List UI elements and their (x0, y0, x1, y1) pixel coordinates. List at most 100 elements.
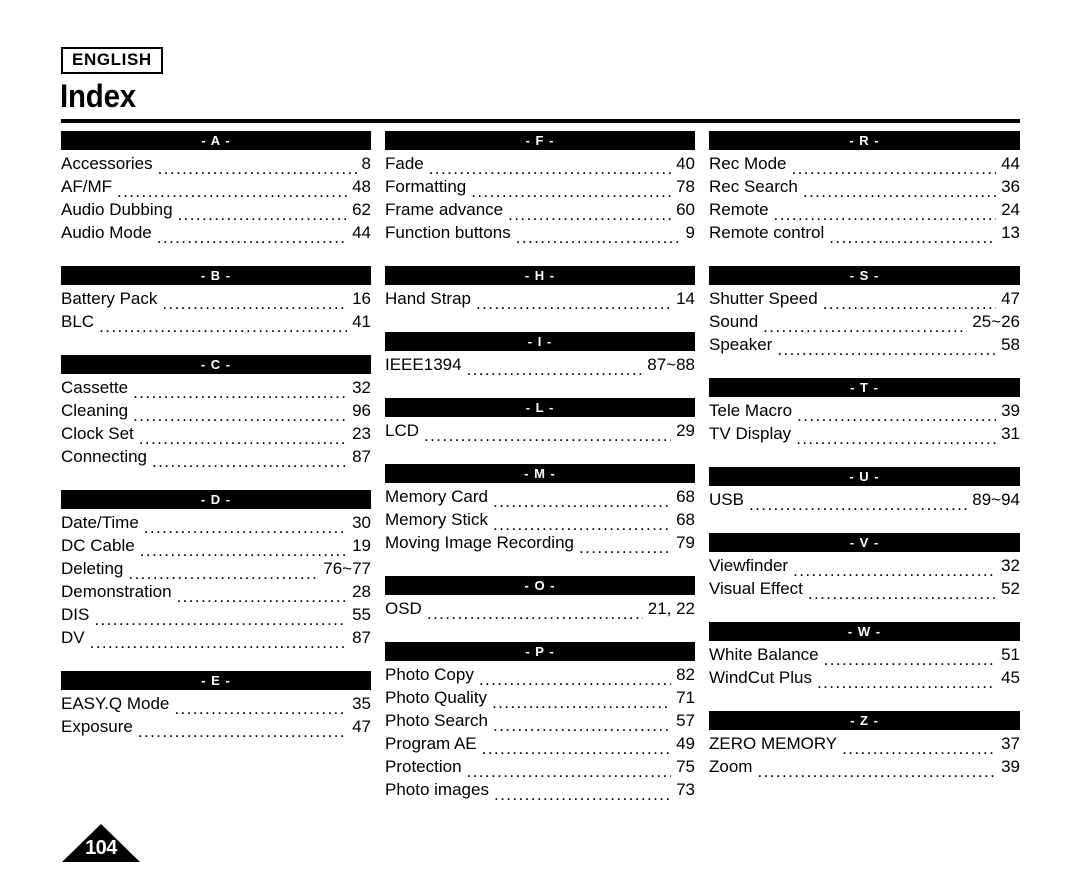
index-entry[interactable]: Exposure 47 (61, 715, 371, 738)
index-entry-page: 37 (1001, 734, 1020, 753)
dot-leader (178, 204, 348, 221)
dot-leader (749, 494, 967, 511)
index-entry-page: 87~88 (647, 355, 695, 374)
dot-leader (174, 698, 347, 715)
index-entry[interactable]: Remote control 13 (709, 221, 1020, 244)
index-entry[interactable]: DV 87 (61, 626, 371, 649)
index-entry[interactable]: LCD 29 (385, 419, 695, 442)
index-entry-label: ZERO MEMORY (709, 734, 838, 753)
index-section: - S - Shutter Speed 47 Sound 25~26 Speaker 58 (709, 266, 1020, 356)
dot-leader (128, 563, 318, 580)
index-entry-page: 47 (1001, 289, 1020, 308)
index-entry[interactable]: Connecting 87 (61, 445, 371, 468)
index-entry[interactable]: AF/MF 48 (61, 175, 371, 198)
index-entry[interactable]: Tele Macro 39 (709, 399, 1020, 422)
index-entry[interactable]: BLC 41 (61, 310, 371, 333)
index-entry[interactable]: Photo images 73 (385, 778, 695, 801)
index-entry-label: Function buttons (385, 223, 511, 242)
index-entry[interactable]: Rec Search 36 (709, 175, 1020, 198)
dot-leader (94, 609, 347, 626)
index-entry-label: DC Cable (61, 536, 135, 555)
index-entry[interactable]: Moving Image Recording 79 (385, 531, 695, 554)
index-entry[interactable]: Photo Quality 71 (385, 686, 695, 709)
dot-leader (763, 316, 967, 333)
dot-leader (493, 514, 671, 531)
index-entry-page: 21, 22 (647, 599, 695, 618)
index-entry[interactable]: White Balance 51 (709, 643, 1020, 666)
index-entry[interactable]: Fade 40 (385, 152, 695, 175)
index-entry[interactable]: Function buttons 9 (385, 221, 695, 244)
index-entry[interactable]: Audio Dubbing 62 (61, 198, 371, 221)
index-entry[interactable]: Deleting 76~77 (61, 557, 371, 580)
index-entry[interactable]: EASY.Q Mode 35 (61, 692, 371, 715)
index-entry-page: 51 (1001, 645, 1020, 664)
index-entry[interactable]: ZERO MEMORY 37 (709, 732, 1020, 755)
index-entry-label: TV Display (709, 424, 792, 443)
section-letter-bar: - S - (709, 266, 1020, 285)
section-letter-bar: - O - (385, 576, 695, 595)
page-title: Index (60, 78, 136, 114)
index-section: - U - USB 89~94 (709, 467, 1020, 511)
index-entry[interactable]: USB 89~94 (709, 488, 1020, 511)
index-entry[interactable]: Shutter Speed 47 (709, 287, 1020, 310)
index-entry[interactable]: Remote 24 (709, 198, 1020, 221)
index-entry[interactable]: Accessories 8 (61, 152, 371, 175)
index-entry[interactable]: Zoom 39 (709, 755, 1020, 778)
index-entry[interactable]: DC Cable 19 (61, 534, 371, 557)
index-entry[interactable]: Clock Set 23 (61, 422, 371, 445)
index-entry[interactable]: Program AE 49 (385, 732, 695, 755)
index-entry[interactable]: Audio Mode 44 (61, 221, 371, 244)
dot-leader (508, 204, 671, 221)
index-entry-page: 25~26 (972, 312, 1020, 331)
index-entry[interactable]: Frame advance 60 (385, 198, 695, 221)
index-entry-page: 44 (352, 223, 371, 242)
section-letter-bar: - F - (385, 131, 695, 150)
index-entry-label: Remote (709, 200, 769, 219)
dot-leader (471, 181, 671, 198)
index-entry-label: Hand Strap (385, 289, 471, 308)
index-section: - F - Fade 40 Formatting 78 Frame advance 60 Fu… (385, 131, 695, 244)
index-entry[interactable]: Date/Time 30 (61, 511, 371, 534)
index-entry[interactable]: Sound 25~26 (709, 310, 1020, 333)
index-entry-label: DIS (61, 605, 90, 624)
dot-leader (158, 158, 357, 175)
index-entry-page: 14 (676, 289, 695, 308)
index-entry[interactable]: Protection 75 (385, 755, 695, 778)
index-entry[interactable]: OSD 21, 22 (385, 597, 695, 620)
index-entry[interactable]: Memory Stick 68 (385, 508, 695, 531)
index-entry-label: Photo Copy (385, 665, 474, 684)
index-entry[interactable]: TV Display 31 (709, 422, 1020, 445)
index-entry-label: Tele Macro (709, 401, 793, 420)
index-entry[interactable]: Speaker 58 (709, 333, 1020, 356)
index-entry[interactable]: Demonstration 28 (61, 580, 371, 603)
index-entry-label: IEEE1394 (385, 355, 462, 374)
index-entry[interactable]: Formatting 78 (385, 175, 695, 198)
index-entry[interactable]: Cassette 32 (61, 376, 371, 399)
index-entry[interactable]: WindCut Plus 45 (709, 666, 1020, 689)
index-entry[interactable]: Viewfinder 32 (709, 554, 1020, 577)
index-entry[interactable]: Photo Search 57 (385, 709, 695, 732)
index-entry[interactable]: Cleaning 96 (61, 399, 371, 422)
index-entry[interactable]: IEEE1394 87~88 (385, 353, 695, 376)
index-entry[interactable]: Memory Card 68 (385, 485, 695, 508)
index-entry-page: 32 (1001, 556, 1020, 575)
dot-leader (427, 603, 643, 620)
index-entry[interactable]: Photo Copy 82 (385, 663, 695, 686)
index-entry[interactable]: Hand Strap 14 (385, 287, 695, 310)
index-entry[interactable]: DIS 55 (61, 603, 371, 626)
index-entry-label: Moving Image Recording (385, 533, 574, 552)
index-entry[interactable]: Battery Pack 16 (61, 287, 371, 310)
dot-leader (516, 227, 681, 244)
index-entry-page: 23 (352, 424, 371, 443)
section-letter-bar: - M - (385, 464, 695, 483)
index-entry[interactable]: Rec Mode 44 (709, 152, 1020, 175)
dot-leader (162, 293, 347, 310)
index-entry-page: 82 (676, 665, 695, 684)
section-letter-bar: - L - (385, 398, 695, 417)
index-entry-label: Audio Mode (61, 223, 152, 242)
section-letter-bar: - R - (709, 131, 1020, 150)
index-entry-label: AF/MF (61, 177, 112, 196)
index-entry-label: Deleting (61, 559, 124, 578)
index-entry[interactable]: Visual Effect 52 (709, 577, 1020, 600)
dot-leader (479, 669, 671, 686)
